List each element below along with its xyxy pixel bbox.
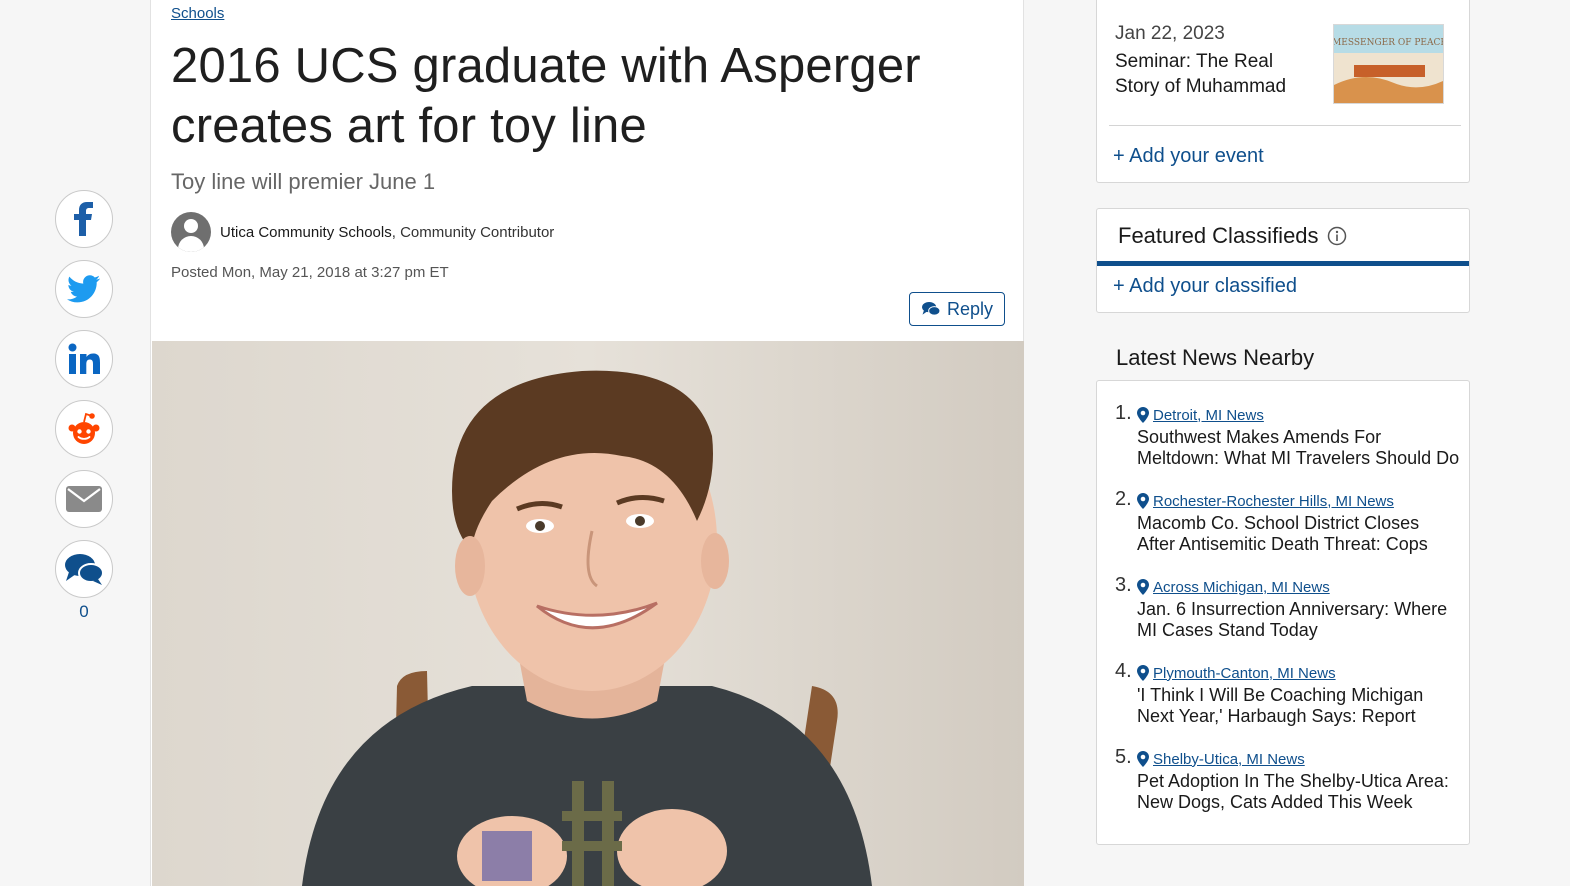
author-name[interactable]: Utica Community Schools — [220, 224, 392, 241]
event-thumb-title: MESSENGER OF PEACE — [1334, 38, 1444, 48]
linkedin-share-button[interactable] — [55, 330, 113, 388]
facebook-icon — [74, 202, 93, 236]
location-pin-icon — [1137, 751, 1149, 767]
email-icon — [66, 486, 102, 512]
news-number: 4. — [1115, 660, 1132, 682]
location-pin-icon — [1137, 493, 1149, 509]
news-item[interactable]: 5. Shelby-Utica, MI News Pet Adoption In… — [1115, 746, 1460, 833]
classifieds-title: Featured Classifieds — [1118, 223, 1347, 249]
comments-button[interactable] — [55, 540, 113, 598]
author-byline: Utica Community Schools , Community Cont… — [171, 212, 554, 252]
article-headline: 2016 UCS graduate with Asperger creates … — [171, 39, 921, 153]
reddit-icon — [68, 412, 100, 444]
news-location: Plymouth-Canton, MI News — [1153, 664, 1336, 682]
news-location-link[interactable]: Shelby-Utica, MI News — [1137, 747, 1460, 771]
news-title[interactable]: Pet Adoption In The Shelby-Utica Area: N… — [1137, 771, 1460, 813]
breadcrumb-link[interactable]: Schools — [171, 5, 224, 22]
divider — [1109, 125, 1461, 126]
news-title[interactable]: Macomb Co. School District Closes After … — [1137, 513, 1460, 555]
classifieds-title-text: Featured Classifieds — [1118, 223, 1319, 248]
classifieds-card: Featured Classifieds + Add your classifi… — [1096, 208, 1470, 313]
news-number: 5. — [1115, 746, 1132, 768]
article-photo — [152, 341, 1024, 886]
latest-news-heading: Latest News Nearby — [1116, 345, 1315, 370]
events-card: Jan 22, 2023 Seminar: The Real Story of … — [1096, 0, 1470, 183]
news-item[interactable]: 3. Across Michigan, MI News Jan. 6 Insur… — [1115, 574, 1460, 661]
author-role: , Community Contributor — [391, 223, 555, 241]
location-pin-icon — [1137, 665, 1149, 681]
latest-news-card: 1. Detroit, MI News Southwest Makes Amen… — [1096, 380, 1470, 845]
news-location: Shelby-Utica, MI News — [1153, 750, 1305, 768]
location-pin-icon — [1137, 407, 1149, 423]
news-number: 3. — [1115, 574, 1132, 596]
event-thumbnail[interactable]: MESSENGER OF PEACE — [1333, 24, 1444, 104]
twitter-icon — [67, 275, 100, 303]
news-location-link[interactable]: Across Michigan, MI News — [1137, 575, 1460, 599]
comment-count: 0 — [79, 602, 89, 621]
news-item[interactable]: 2. Rochester-Rochester Hills, MI News Ma… — [1115, 488, 1460, 575]
news-item[interactable]: 4. Plymouth-Canton, MI News 'I Think I W… — [1115, 660, 1460, 747]
facebook-share-button[interactable] — [55, 190, 113, 248]
news-location-link[interactable]: Detroit, MI News — [1137, 403, 1460, 427]
news-title[interactable]: 'I Think I Will Be Coaching Michigan Nex… — [1137, 685, 1460, 727]
add-classified-link[interactable]: + Add your classified — [1113, 275, 1297, 298]
share-rail: 0 — [55, 190, 113, 622]
news-number: 1. — [1115, 402, 1132, 424]
email-share-button[interactable] — [55, 470, 113, 528]
article: Schools 2016 UCS graduate with Asperger … — [150, 0, 1024, 886]
event-date: Jan 22, 2023 — [1115, 23, 1225, 44]
twitter-share-button[interactable] — [55, 260, 113, 318]
news-location: Detroit, MI News — [1153, 406, 1264, 424]
reddit-share-button[interactable] — [55, 400, 113, 458]
reply-label: Reply — [946, 298, 994, 319]
news-title[interactable]: Southwest Makes Amends For Meltdown: Wha… — [1137, 427, 1460, 469]
comments-icon — [922, 301, 941, 316]
news-location-link[interactable]: Rochester-Rochester Hills, MI News — [1137, 489, 1460, 513]
avatar[interactable] — [171, 212, 211, 252]
news-number: 2. — [1115, 488, 1132, 510]
news-item[interactable]: 1. Detroit, MI News Southwest Makes Amen… — [1115, 402, 1460, 489]
news-location: Rochester-Rochester Hills, MI News — [1153, 492, 1394, 510]
latest-news-list: 1. Detroit, MI News Southwest Makes Amen… — [1115, 402, 1460, 833]
news-location: Across Michigan, MI News — [1153, 578, 1330, 596]
article-subhead: Toy line will premier June 1 — [171, 169, 436, 194]
news-location-link[interactable]: Plymouth-Canton, MI News — [1137, 661, 1460, 685]
comments-icon — [65, 554, 104, 585]
posted-date: Posted Mon, May 21, 2018 at 3:27 pm ET — [171, 264, 449, 281]
news-title[interactable]: Jan. 6 Insurrection Anniversary: Where M… — [1137, 599, 1460, 641]
reply-button[interactable]: Reply — [909, 292, 1005, 326]
linkedin-icon — [68, 343, 100, 374]
event-title[interactable]: Seminar: The Real Story of Muhammad — [1115, 49, 1315, 99]
add-event-link[interactable]: + Add your event — [1113, 145, 1264, 168]
classifieds-accent-bar — [1097, 261, 1469, 266]
info-icon[interactable] — [1327, 226, 1347, 246]
location-pin-icon — [1137, 579, 1149, 595]
